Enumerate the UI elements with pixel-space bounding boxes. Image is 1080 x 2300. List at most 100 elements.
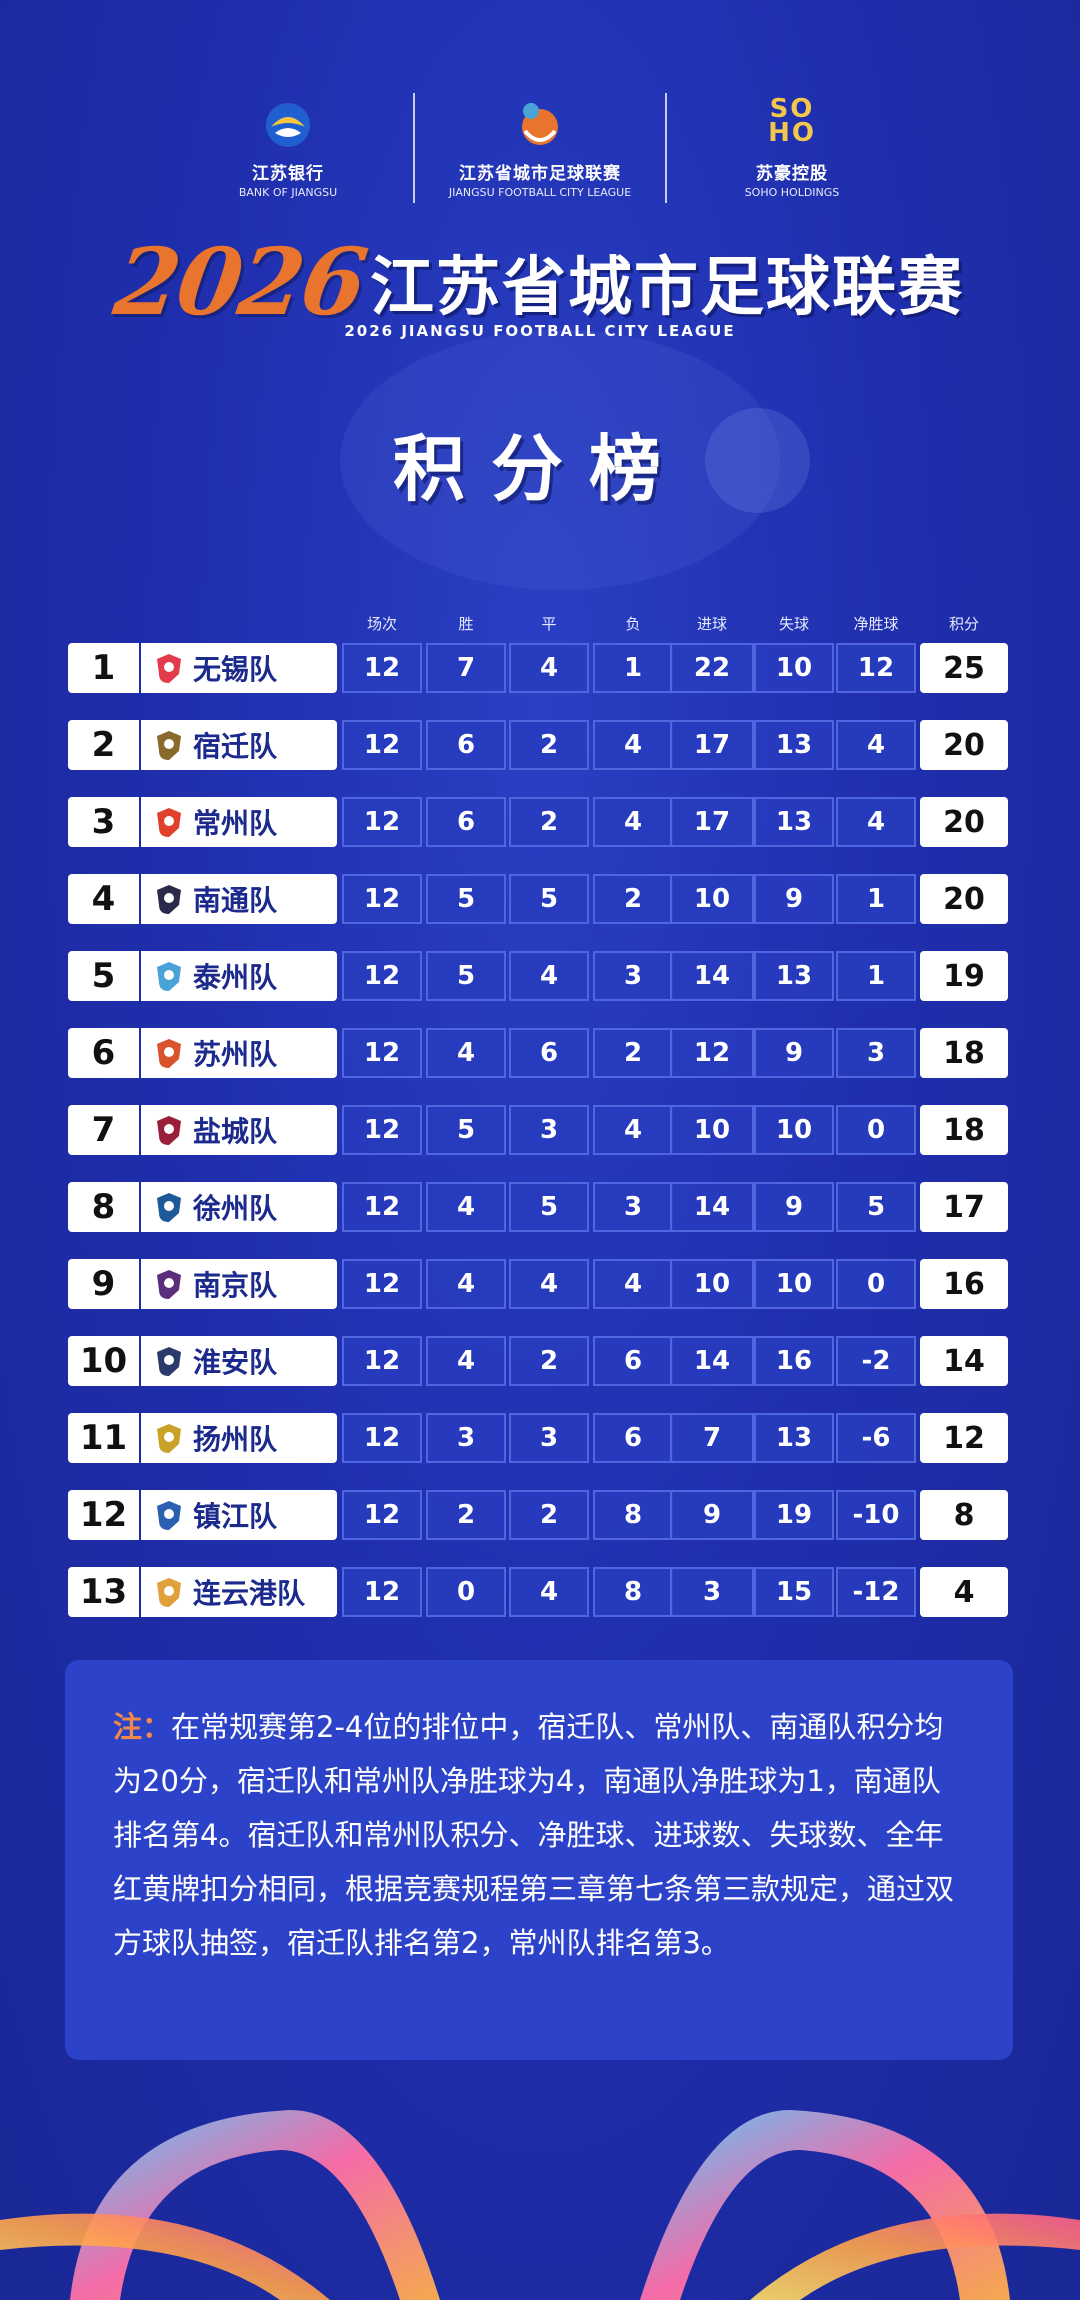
stat-cell-lost: 4	[593, 1105, 673, 1155]
rank-cell: 13	[68, 1567, 139, 1617]
stat-cell-drawn: 4	[509, 643, 589, 693]
stat-cell-ga: 13	[754, 1413, 834, 1463]
rank-cell: 4	[68, 874, 139, 924]
stat-cell-gd: 0	[836, 1259, 916, 1309]
stat-cell-ga: 10	[754, 1259, 834, 1309]
team-badge-icon	[153, 1268, 185, 1300]
sponsor-en-name: JIANGSU FOOTBALL CITY LEAGUE	[448, 186, 632, 199]
rank-cell: 8	[68, 1182, 139, 1232]
stat-cell-drawn: 2	[509, 797, 589, 847]
stat-cell-gf: 10	[670, 874, 754, 924]
rank-cell: 3	[68, 797, 139, 847]
stat-cell-gf: 9	[670, 1490, 754, 1540]
column-header: 平	[541, 615, 557, 633]
rank-cell: 2	[68, 720, 139, 770]
stat-cell-played: 12	[342, 951, 422, 1001]
team-badge-icon	[153, 960, 185, 992]
points-cell: 8	[920, 1490, 1008, 1540]
stat-cell-lost: 2	[593, 1028, 673, 1078]
soho-logo-icon: SO HO	[768, 94, 816, 148]
stat-cell-gd: 0	[836, 1105, 916, 1155]
stat-cell-played: 12	[342, 1182, 422, 1232]
points-cell: 25	[920, 643, 1008, 693]
stat-cell-ga: 10	[754, 643, 834, 693]
stat-cell-drawn: 2	[509, 1490, 589, 1540]
stat-cell-gd: 12	[836, 643, 916, 693]
points-cell: 20	[920, 720, 1008, 770]
sponsor-soho: SO HO 苏豪控股 SOHO HOLDINGS	[667, 94, 917, 199]
stat-cell-gd: 1	[836, 874, 916, 924]
table-row: 2 宿迁队 12 6 2 4 17 13 4 20	[0, 720, 1080, 770]
stat-cell-drawn: 3	[509, 1105, 589, 1155]
rank-cell: 7	[68, 1105, 139, 1155]
points-cell: 18	[920, 1105, 1008, 1155]
team-cell: 泰州队	[141, 951, 337, 1001]
points-cell: 18	[920, 1028, 1008, 1078]
table-header: 场次 胜 平 负 进球 失球 净胜球 积分	[0, 613, 1080, 637]
stat-cell-won: 5	[426, 1105, 506, 1155]
team-badge-icon	[153, 1576, 185, 1608]
league-name-cn: 江苏省城市足球联赛	[370, 251, 965, 325]
stat-cell-drawn: 2	[509, 720, 589, 770]
points-cell: 14	[920, 1336, 1008, 1386]
team-cell: 无锡队	[141, 643, 337, 693]
team-badge-icon	[153, 1422, 185, 1454]
season-year: 2026	[108, 228, 372, 336]
standings-table: 1 无锡队 12 7 4 1 22 10 12 25 2 宿迁队 12 6 2 4 17 13 4 20 3 常州队 12 6…	[0, 643, 1080, 1644]
team-name: 连云港队	[193, 1577, 306, 1610]
team-cell: 苏州队	[141, 1028, 337, 1078]
stat-cell-lost: 6	[593, 1336, 673, 1386]
team-name: 南通队	[193, 884, 278, 917]
stat-cell-won: 4	[426, 1028, 506, 1078]
stat-cell-gf: 22	[670, 643, 754, 693]
stat-cell-drawn: 2	[509, 1336, 589, 1386]
stat-cell-won: 6	[426, 797, 506, 847]
sponsor-en-name: SOHO HOLDINGS	[744, 186, 840, 199]
stat-cell-gf: 17	[670, 797, 754, 847]
stat-cell-ga: 9	[754, 1182, 834, 1232]
team-cell: 镇江队	[141, 1490, 337, 1540]
team-badge-icon	[153, 1191, 185, 1223]
stat-cell-gf: 10	[670, 1259, 754, 1309]
stat-cell-gf: 14	[670, 951, 754, 1001]
table-row: 4 南通队 12 5 5 2 10 9 1 20	[0, 874, 1080, 924]
points-cell: 17	[920, 1182, 1008, 1232]
stat-cell-played: 12	[342, 1028, 422, 1078]
sponsor-league: 江苏省城市足球联赛 JIANGSU FOOTBALL CITY LEAGUE	[415, 97, 665, 199]
stat-cell-gd: 4	[836, 720, 916, 770]
stat-cell-won: 2	[426, 1490, 506, 1540]
rank-cell: 11	[68, 1413, 139, 1463]
stat-cell-won: 5	[426, 874, 506, 924]
stat-cell-played: 12	[342, 1336, 422, 1386]
stat-cell-played: 12	[342, 1413, 422, 1463]
stat-cell-ga: 13	[754, 720, 834, 770]
stat-cell-gf: 14	[670, 1182, 754, 1232]
stat-cell-gf: 3	[670, 1567, 754, 1617]
table-row: 1 无锡队 12 7 4 1 22 10 12 25	[0, 643, 1080, 693]
team-badge-icon	[153, 1499, 185, 1531]
column-header: 负	[625, 615, 641, 633]
points-cell: 4	[920, 1567, 1008, 1617]
team-badge-icon	[153, 806, 185, 838]
stat-cell-gd: 5	[836, 1182, 916, 1232]
stat-cell-drawn: 5	[509, 1182, 589, 1232]
team-name: 无锡队	[193, 653, 278, 686]
stat-cell-won: 3	[426, 1413, 506, 1463]
points-cell: 12	[920, 1413, 1008, 1463]
table-row: 5 泰州队 12 5 4 3 14 13 1 19	[0, 951, 1080, 1001]
team-cell: 盐城队	[141, 1105, 337, 1155]
stat-cell-won: 4	[426, 1259, 506, 1309]
team-badge-icon	[153, 1114, 185, 1146]
team-name: 盐城队	[193, 1115, 278, 1148]
column-header: 场次	[366, 615, 397, 633]
table-row: 6 苏州队 12 4 6 2 12 9 3 18	[0, 1028, 1080, 1078]
team-name: 扬州队	[193, 1423, 278, 1456]
team-badge-icon	[153, 729, 185, 761]
stat-cell-played: 12	[342, 797, 422, 847]
team-cell: 南通队	[141, 874, 337, 924]
stat-cell-gf: 17	[670, 720, 754, 770]
table-row: 13 连云港队 12 0 4 8 3 15 -12 4	[0, 1567, 1080, 1617]
team-cell: 常州队	[141, 797, 337, 847]
stat-cell-ga: 16	[754, 1336, 834, 1386]
team-name: 常州队	[193, 807, 278, 840]
